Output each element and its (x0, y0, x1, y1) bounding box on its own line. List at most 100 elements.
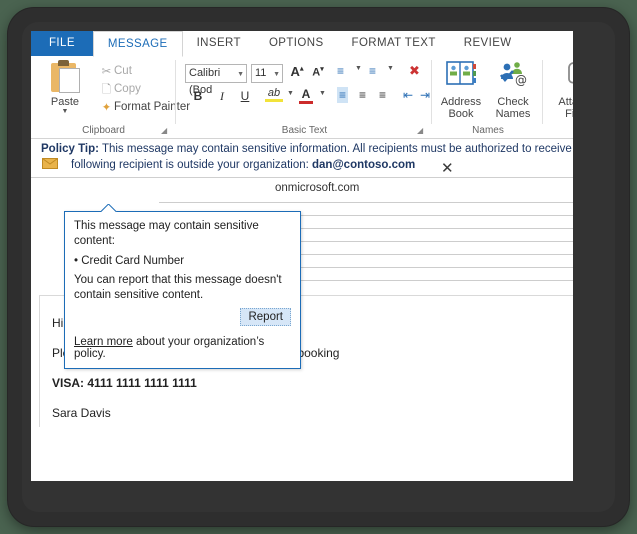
font-color-caret-icon[interactable]: ▼ (319, 90, 326, 97)
copy-button[interactable]: 🗋 Copy (99, 82, 141, 101)
names-group-label: Names (472, 125, 504, 136)
ribbon-tab-strip: FILE MESSAGE INSERT OPTIONS FORMAT TEXT REVIE… (31, 31, 573, 57)
align-center-icon: ≡ (359, 88, 367, 102)
align-right-icon: ≡ (379, 88, 387, 102)
decrease-indent-icon: ⇤ (403, 88, 414, 102)
group-divider (175, 60, 176, 124)
grow-font-label: A (290, 64, 300, 79)
report-button[interactable]: Report (240, 308, 291, 326)
policy-tip-text: This message may contain sensitive infor… (98, 143, 573, 155)
clipboard-group-label: Clipboard (82, 125, 125, 136)
align-left-button[interactable]: ≡ (337, 87, 349, 103)
bullet-list-button[interactable]: ≡ (337, 64, 344, 78)
paste-button[interactable]: Paste ▼ (41, 60, 89, 115)
callout-sensitive-type: • Credit Card Number (74, 255, 185, 267)
highlight-caret-icon[interactable]: ▼ (287, 90, 294, 97)
callout-body-line1: You can report that this message doesn't (74, 274, 282, 286)
cut-label: Cut (114, 65, 132, 77)
policy-tip-bar: Policy Tip: This message may contain sen… (31, 139, 573, 178)
copy-icon: 🗋 (101, 84, 112, 96)
copy-label: Copy (114, 83, 141, 95)
address-book-label-line1: Address (440, 96, 482, 108)
envelope-icon (42, 158, 58, 169)
scissors-icon: ✂ (101, 66, 112, 78)
align-left-icon: ≡ (339, 88, 347, 102)
clipboard-dialog-launcher[interactable]: ◢ (161, 126, 170, 135)
chevron-down-icon[interactable]: ▼ (237, 65, 244, 84)
policy-tip-line2: following recipient is outside your orga… (71, 159, 415, 171)
align-right-button[interactable]: ≡ (379, 88, 386, 102)
callout-arrow-icon (101, 204, 117, 212)
bullet-list-caret-icon[interactable]: ▼ (355, 65, 362, 72)
callout-body-line2: contain sensitive content. (74, 289, 204, 301)
decrease-indent-button[interactable]: ⇤ (403, 88, 413, 102)
body-line-signature: Sara Davis (52, 406, 111, 420)
increase-indent-icon: ⇥ (420, 88, 431, 102)
basic-text-group-label: Basic Text (281, 125, 328, 136)
field-separator (159, 202, 573, 203)
tab-options[interactable]: OPTIONS (255, 31, 338, 56)
shrink-font-button[interactable]: A▾ (310, 65, 326, 79)
outlook-compose-window: FILE MESSAGE INSERT OPTIONS FORMAT TEXT REVIE… (31, 31, 573, 481)
eraser-icon: ✖ (409, 63, 420, 78)
policy-tip-line1: Policy Tip: This message may contain sen… (41, 143, 573, 155)
callout-report-row: Report (65, 303, 300, 328)
group-divider (542, 60, 543, 124)
numbered-list-button[interactable]: ≡ (369, 64, 376, 78)
tab-review[interactable]: REVIEW (450, 31, 526, 56)
bold-button[interactable]: B (191, 89, 205, 103)
callout-heading: This message may contain sensitive conte… (74, 220, 259, 247)
font-color-button[interactable]: A (299, 87, 313, 104)
learn-more-link[interactable]: Learn more (74, 336, 133, 348)
underline-button[interactable]: U (238, 89, 252, 103)
ribbon-group-names: Address Book @ Check Names Names (433, 56, 543, 138)
check-names-icon: @ (499, 62, 527, 87)
ribbon-group-clipboard: Paste ▼ ✂ Cut 🗋 Copy ✦ Format Painter Clipb… (31, 56, 190, 138)
group-divider (431, 60, 432, 124)
check-names-label-line1: Check (497, 96, 529, 108)
ribbon-group-include: Attach File (544, 56, 573, 138)
basic-text-dialog-launcher[interactable]: ◢ (417, 126, 426, 135)
italic-label: I (220, 89, 224, 103)
ribbon-group-basic-text: Calibri (Bod ▼ 11 ▼ A▴ A▾ ≡ ▼ ≡ ▼ ✖ B I … (177, 56, 432, 138)
body-line-credit-card: VISA: 4111 1111 1111 1111 (52, 376, 197, 390)
chevron-down-icon[interactable]: ▼ (273, 65, 280, 84)
policy-tip-recipient-text: following recipient is outside your orga… (71, 159, 309, 171)
policy-tip-callout: This message may contain sensitive conte… (64, 211, 301, 369)
tab-message[interactable]: MESSAGE (92, 31, 183, 57)
italic-button[interactable]: I (215, 89, 229, 104)
increase-indent-button[interactable]: ⇥ (420, 88, 430, 102)
callout-footer: Learn more about your organization’s pol… (65, 328, 300, 368)
align-center-button[interactable]: ≡ (359, 88, 366, 102)
check-names-button[interactable]: @ Check Names (489, 60, 537, 120)
attach-file-label-line1: Attach (558, 96, 573, 108)
paste-label: Paste (50, 96, 80, 108)
policy-tip-prefix: Policy Tip: (41, 143, 99, 155)
callout-body: You can report that this message doesn't… (65, 267, 300, 303)
from-field-value[interactable]: onmicrosoft.com (275, 182, 359, 194)
bold-label: B (193, 89, 203, 103)
paintbrush-icon: ✦ (101, 102, 112, 114)
numbered-list-caret-icon[interactable]: ▼ (387, 65, 394, 72)
attach-file-label-line2: File (565, 108, 573, 120)
highlight-icon: ab (267, 87, 281, 99)
bullet-list-icon: ≡ (337, 64, 345, 78)
address-book-button[interactable]: Address Book (437, 60, 485, 120)
font-name-input[interactable]: Calibri (Bod ▼ (185, 64, 247, 96)
address-book-icon (446, 61, 476, 85)
tab-file[interactable]: FILE (31, 31, 93, 56)
underline-label: U (240, 89, 250, 103)
cut-button[interactable]: ✂ Cut (99, 64, 132, 78)
tab-insert[interactable]: INSERT (183, 31, 255, 56)
clear-formatting-button[interactable]: ✖ (409, 63, 420, 79)
check-names-label-line2: Names (495, 108, 531, 120)
text-highlight-button[interactable]: ab (265, 87, 283, 102)
tab-format-text[interactable]: FORMAT TEXT (338, 31, 450, 56)
paste-dropdown-caret-icon[interactable]: ▼ (41, 108, 89, 115)
font-size-input[interactable]: 11 ▼ (251, 64, 283, 83)
grow-font-button[interactable]: A▴ (289, 64, 305, 79)
font-color-label: A (301, 87, 311, 101)
attach-file-button[interactable]: Attach File (550, 60, 573, 120)
policy-tip-dismiss-button[interactable]: ✕ (441, 161, 454, 176)
paperclip-icon (568, 62, 573, 84)
